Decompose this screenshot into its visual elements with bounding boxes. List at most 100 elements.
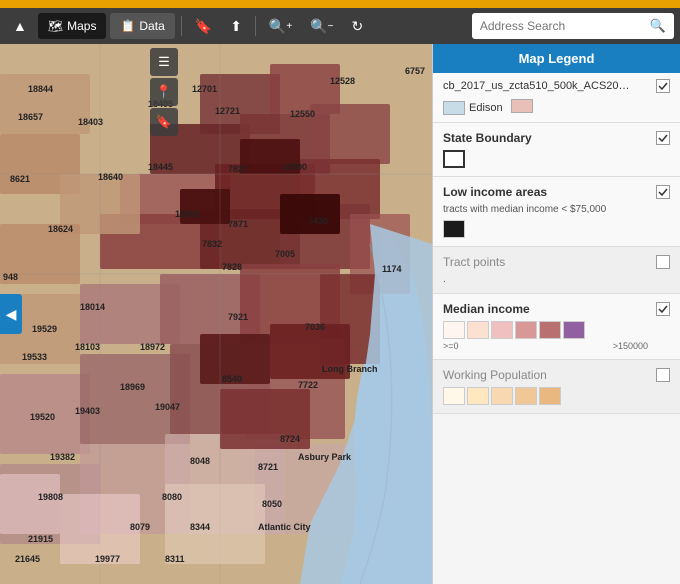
map-label: 18445: [148, 162, 173, 172]
layers-button[interactable]: ☰: [150, 48, 178, 76]
map-label: 8540: [222, 374, 242, 384]
map-label: 8048: [190, 456, 210, 466]
map-label: 7430: [308, 216, 328, 226]
left-nav-button[interactable]: ◀: [0, 294, 22, 334]
map-label: 7827: [228, 164, 248, 174]
map-label: 18640: [98, 172, 123, 182]
working-population-swatches: [443, 387, 648, 405]
map-label: 18302: [175, 209, 200, 219]
low-income-row: Low income areas tracts with median inco…: [443, 185, 670, 238]
working-population-row: Working Population: [443, 368, 670, 405]
state-boundary-title: State Boundary: [443, 131, 532, 145]
map-label: 19533: [22, 352, 47, 362]
top-bar: [0, 0, 680, 8]
data-button[interactable]: 📋 Data: [110, 13, 174, 39]
map-label: 948: [3, 272, 18, 282]
bookmark-map-button[interactable]: 🔖: [150, 108, 178, 136]
low-income-subtitle: tracts with median income < $75,000: [443, 204, 606, 215]
data-icon: 📋: [120, 19, 135, 33]
map-label: 19808: [38, 492, 63, 502]
map-label: 7036: [305, 322, 325, 332]
tract-points-checkbox[interactable]: [656, 255, 670, 269]
toolbar: ▲ 🗺 Maps 📋 Data 🔖 ⬆ 🔍+ 🔍− ↻ 🔍: [0, 8, 680, 44]
swatch-2: [467, 321, 489, 339]
map-label: 18014: [80, 302, 105, 312]
map-label: 10990: [282, 162, 307, 172]
map-label: 8621: [10, 174, 30, 184]
wp-swatch-1: [443, 387, 465, 405]
map-canvas: 1884418657127011252867571840512721125501…: [0, 44, 432, 584]
working-population-title: Working Population: [443, 368, 648, 382]
search-button[interactable]: 🔍: [642, 14, 674, 38]
checkmark-icon-2: [658, 133, 668, 143]
map-label: 8079: [130, 522, 150, 532]
state-boundary-row: State Boundary: [443, 131, 670, 168]
separator-1: [181, 16, 182, 36]
map-label: 8311: [165, 554, 185, 564]
map-label: 12721: [215, 106, 240, 116]
main-content: 1884418657127011252867571840512721125501…: [0, 44, 680, 584]
search-icon: 🔍: [650, 18, 666, 33]
location-button[interactable]: 📍: [150, 78, 178, 106]
wp-swatch-2: [467, 387, 489, 405]
separator-2: [255, 16, 256, 36]
cb-checkbox[interactable]: [656, 79, 670, 93]
refresh-icon: ↻: [351, 18, 363, 35]
map-label: 7828: [222, 262, 242, 272]
median-income-checkbox[interactable]: [656, 302, 670, 316]
maps-label: Maps: [67, 19, 96, 33]
section-median-income: Median income >=0 >150000: [433, 294, 680, 360]
zoom-out-button[interactable]: 🔍−: [303, 13, 340, 39]
edison-swatch: [443, 101, 465, 115]
bookmark-icon: 🔖: [156, 114, 172, 130]
refresh-button[interactable]: ↻: [344, 13, 370, 39]
map-label: 18969: [120, 382, 145, 392]
zoom-in-button[interactable]: 🔍+: [262, 13, 299, 39]
cb-second-swatch: [511, 99, 533, 113]
map-label: 8050: [262, 499, 282, 509]
map-label: 19529: [32, 324, 57, 334]
map-area[interactable]: 1884418657127011252867571840512721125501…: [0, 44, 432, 584]
cb-layer-name: cb_2017_us_zcta510_500k_ACS2017_...: [443, 80, 633, 92]
zoom-in-icon: 🔍: [269, 18, 286, 35]
state-boundary-swatch: [443, 150, 465, 168]
map-label: 19047: [155, 402, 180, 412]
low-income-checkbox[interactable]: [656, 185, 670, 199]
map-label: 8724: [280, 434, 300, 444]
maps-button[interactable]: 🗺 Maps: [38, 13, 107, 39]
map-label: 21915: [28, 534, 53, 544]
median-income-labels: >=0 >150000: [443, 341, 648, 351]
zoom-out-icon: 🔍: [310, 18, 327, 35]
search-input[interactable]: [472, 15, 642, 37]
up-button[interactable]: ▲: [6, 13, 34, 39]
map-label: 19520: [30, 412, 55, 422]
map-label: 21645: [15, 554, 40, 564]
map-label: 8080: [162, 492, 182, 502]
working-population-checkbox[interactable]: [656, 368, 670, 382]
legend-header: Map Legend: [433, 44, 680, 73]
bookmark-button[interactable]: 🔖: [188, 13, 219, 39]
map-label: 12550: [290, 109, 315, 119]
map-label: 18624: [48, 224, 73, 234]
state-boundary-checkbox[interactable]: [656, 131, 670, 145]
map-tools: ☰ 📍 🔖: [146, 44, 182, 140]
map-label: 8721: [258, 462, 278, 472]
left-nav: ◀: [0, 294, 22, 334]
swatch-4: [515, 321, 537, 339]
low-income-swatch: [443, 220, 465, 238]
map-label: 19403: [75, 406, 100, 416]
median-income-title: Median income: [443, 302, 648, 316]
share-button[interactable]: ⬆: [223, 13, 249, 39]
map-label: 19977: [95, 554, 120, 564]
tract-points-title: Tract points: [443, 255, 505, 269]
map-label: Long Branch: [322, 364, 378, 374]
map-label: 18657: [18, 112, 43, 122]
median-income-swatches: [443, 321, 648, 339]
map-label: 18972: [140, 342, 165, 352]
state-boundary-swatches: [443, 150, 532, 168]
median-income-row: Median income >=0 >150000: [443, 302, 670, 351]
map-label: 12528: [330, 76, 355, 86]
map-svg: [0, 44, 432, 584]
checkmark-icon: [658, 81, 668, 91]
section-tract-points: Tract points .: [433, 247, 680, 294]
